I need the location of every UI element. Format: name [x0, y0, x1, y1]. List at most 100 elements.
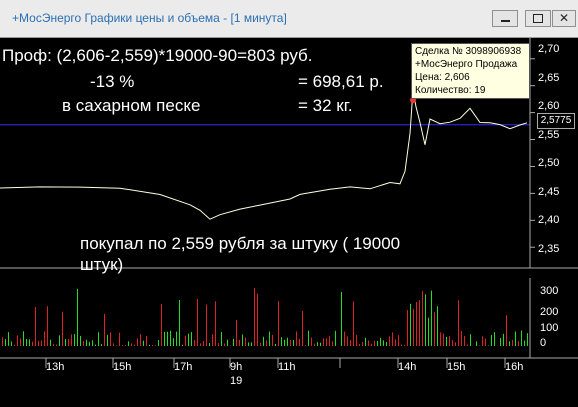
volume-bar: [410, 303, 411, 346]
volume-bar: [287, 337, 288, 346]
volume-bar: [101, 344, 102, 346]
price-tick: 2,70: [538, 43, 560, 55]
volume-bar: [47, 306, 48, 346]
volume-bar: [512, 339, 513, 346]
volume-bar: [119, 332, 120, 346]
volume-tick: 0: [540, 337, 547, 349]
volume-tick: 200: [540, 306, 559, 318]
volume-bar: [407, 310, 408, 346]
tooltip-price: Цена: 2,606: [415, 72, 470, 83]
tooltip-quantity: Количество: 19: [415, 85, 486, 96]
window-title: +МосЭнерго Графики цены и объема - [1 ми…: [12, 11, 287, 25]
volume-bar: [359, 344, 360, 346]
volume-bar: [446, 336, 447, 346]
volume-bar: [233, 338, 234, 346]
volume-bar: [425, 294, 426, 346]
volume-bar: [275, 343, 276, 346]
volume-bar: [431, 290, 432, 346]
volume-bar: [200, 343, 201, 346]
volume-bar: [128, 341, 129, 346]
volume-bar: [191, 332, 192, 346]
time-tick: 16h: [505, 361, 524, 373]
volume-bar: [245, 337, 246, 346]
volume-bar: [434, 312, 435, 346]
volume-bar: [146, 335, 147, 346]
volume-bar: [77, 288, 78, 346]
volume-bar: [443, 333, 444, 346]
time-tick: 15h: [113, 361, 132, 373]
volume-bar: [59, 335, 60, 346]
volume-bar: [194, 340, 195, 346]
volume-bar: [125, 344, 126, 346]
volume-bar: [419, 300, 420, 346]
volume-tick: 300: [540, 285, 559, 297]
volume-bar: [452, 340, 453, 346]
volume-bar: [17, 335, 18, 346]
volume-bar: [215, 301, 216, 346]
volume-bar: [440, 332, 441, 346]
volume-bar: [365, 337, 366, 346]
profit-amount: = 698,61 р.: [298, 72, 384, 91]
volume-bar: [449, 336, 450, 346]
volume-bar: [137, 338, 138, 346]
volume-bar: [437, 306, 438, 346]
volume-bar: [20, 338, 21, 346]
volume-bar: [80, 335, 81, 346]
volume-bar: [185, 335, 186, 346]
volume-bar: [284, 339, 285, 346]
price-tick: 2,45: [538, 186, 560, 198]
volume-bar: [71, 334, 72, 346]
volume-bar: [470, 334, 471, 346]
volume-bar: [164, 331, 165, 346]
volume-bar: [383, 340, 384, 346]
volume-bar: [251, 342, 252, 346]
volume-bar: [170, 330, 171, 346]
volume-bar: [29, 339, 30, 346]
volume-bar: [347, 336, 348, 346]
volume-bar: [509, 341, 510, 346]
volume-bar: [110, 332, 111, 346]
volume-bar: [371, 343, 372, 346]
volume-bar: [260, 342, 261, 346]
volume-bar: [104, 313, 105, 346]
volume-bar: [356, 334, 357, 346]
volume-bar: [92, 340, 93, 346]
buy-note-continued: штук): [80, 255, 124, 274]
volume-bar: [524, 340, 525, 346]
volume-bar: [506, 315, 507, 346]
close-button[interactable]: [552, 10, 576, 27]
volume-bar: [74, 333, 75, 346]
volume-bar: [134, 344, 135, 346]
time-tick: 9h: [230, 361, 243, 373]
volume-bar: [302, 310, 303, 346]
price-tick: 2,55: [538, 129, 560, 141]
restore-button[interactable]: [525, 10, 551, 27]
volume-bar: [5, 339, 6, 346]
profit-calculation: Проф: (2,606-2,559)*19000-90=803 руб.: [2, 46, 313, 65]
volume-bar: [320, 342, 321, 346]
price-tick: 2,60: [538, 100, 560, 112]
volume-bar: [62, 311, 63, 346]
price-tick: 2,35: [538, 243, 560, 255]
volume-bar: [326, 338, 327, 346]
volume-bar: [254, 288, 255, 346]
volume-bar: [167, 331, 168, 346]
volume-bar: [83, 340, 84, 346]
profit-percent: -13 %: [90, 72, 135, 91]
volume-bar: [41, 340, 42, 346]
sugar-label: в сахарном песке: [62, 96, 201, 115]
price-tick: 2,50: [538, 157, 560, 169]
volume-bar: [122, 345, 123, 346]
minimize-button[interactable]: [492, 10, 518, 27]
volume-bar: [455, 342, 456, 346]
volume-bar: [323, 338, 324, 346]
volume-bar: [257, 293, 258, 346]
volume-bar: [392, 332, 393, 346]
volume-bar: [305, 345, 306, 346]
volume-bar: [428, 317, 429, 346]
volume-bar: [50, 339, 51, 346]
volume-bar: [362, 341, 363, 346]
volume-bar: [131, 343, 132, 346]
volume-bar: [461, 331, 462, 346]
price-tick: 2,40: [538, 214, 560, 226]
